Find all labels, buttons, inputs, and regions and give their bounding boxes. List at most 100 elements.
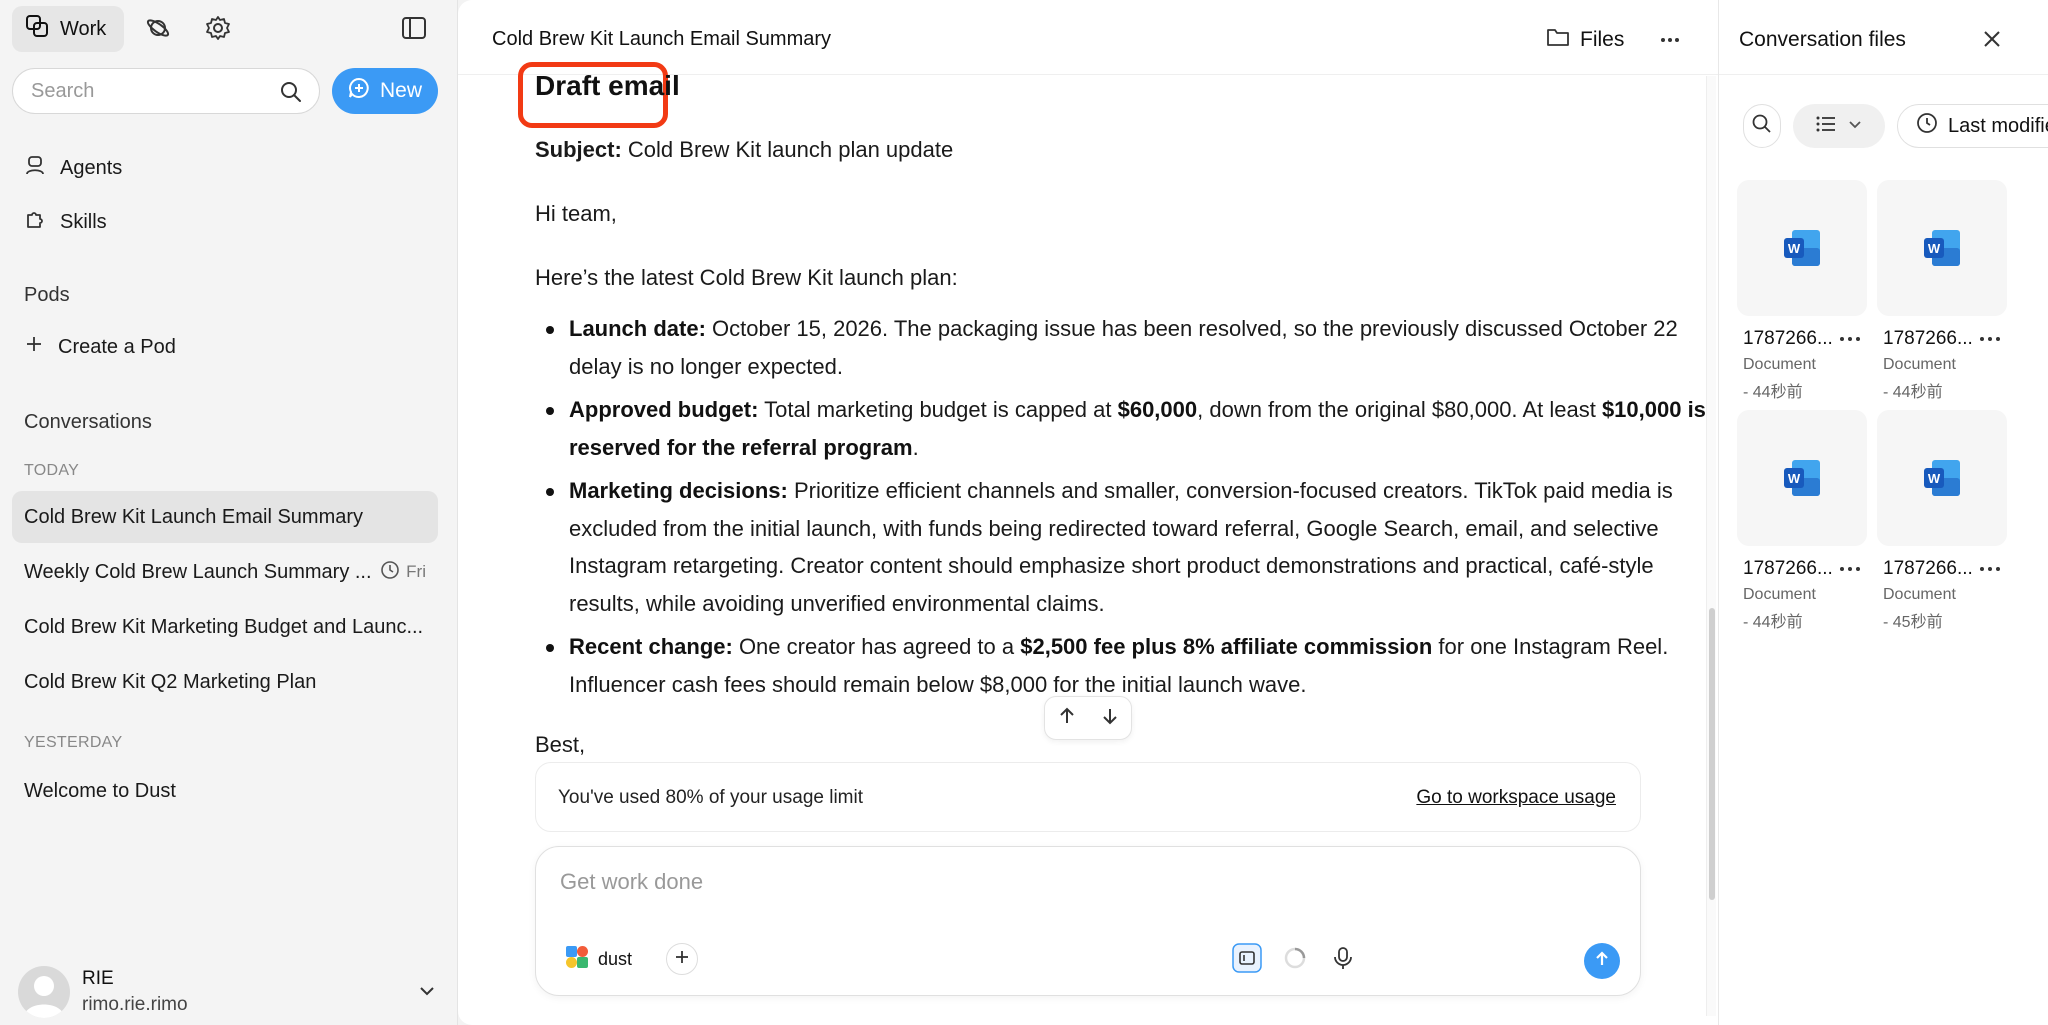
scrollbar-thumb[interactable]	[1709, 608, 1715, 900]
puzzle-icon	[24, 208, 46, 236]
draft-email-heading: Draft email	[535, 70, 680, 101]
conversation-label: Weekly Cold Brew Launch Summary ...	[24, 560, 372, 583]
conversation-files-panel: Conversation files Last modified W 17872…	[1718, 0, 2048, 1025]
bullet-text: , down from the original $80,000. At lea…	[1197, 397, 1602, 422]
file-more-icon[interactable]	[1839, 560, 1861, 578]
agent-icon	[24, 154, 46, 182]
sidebar-item-agents[interactable]: Agents	[24, 154, 122, 182]
file-more-icon[interactable]	[1839, 330, 1861, 348]
settings-button[interactable]	[202, 14, 234, 46]
file-card[interactable]: W 1787266... Document - 44秒前	[1877, 180, 2007, 401]
sidebar-search-input[interactable]: Search	[12, 68, 320, 114]
conversation-view: Cold Brew Kit Launch Email Summary Files…	[458, 0, 1718, 1025]
message-composer[interactable]: Get work done dust	[535, 846, 1641, 996]
microphone-button[interactable]	[1328, 945, 1358, 975]
chevron-down-icon	[416, 980, 438, 1007]
conversation-item[interactable]: Cold Brew Kit Q2 Marketing Plan	[12, 656, 438, 708]
file-card[interactable]: W 1787266... Document - 45秒前	[1877, 410, 2007, 631]
conversation-item[interactable]: Welcome to Dust	[12, 765, 438, 817]
more-horizontal-icon	[1658, 38, 1682, 56]
conversation-item[interactable]: Cold Brew Kit Marketing Budget and Launc…	[12, 601, 438, 653]
sidebar-item-skills[interactable]: Skills	[24, 208, 107, 236]
usage-banner: You've used 80% of your usage limit Go t…	[535, 762, 1641, 832]
microphone-icon	[1332, 946, 1354, 975]
work-button[interactable]: Work	[12, 6, 124, 52]
yesterday-label: YESTERDAY	[24, 734, 123, 751]
file-card[interactable]: W 1787266... Document - 44秒前	[1737, 180, 1867, 401]
conversation-title: Cold Brew Kit Launch Email Summary	[492, 28, 832, 50]
bullet-label: Marketing decisions:	[569, 478, 788, 503]
list-item: Launch date: October 15, 2026. The packa…	[535, 310, 1715, 385]
search-icon	[1751, 113, 1773, 140]
plus-icon	[24, 334, 44, 360]
conversation-label: Cold Brew Kit Launch Email Summary	[24, 505, 364, 528]
bullet-text: Total marketing budget is capped at	[758, 397, 1118, 422]
subject-text: Cold Brew Kit launch plan update	[621, 137, 954, 162]
file-time: - 44秒前	[1743, 384, 1803, 401]
close-icon	[1981, 31, 2003, 54]
files-search-button[interactable]	[1743, 104, 1781, 148]
panel-divider	[1719, 74, 2048, 75]
svg-text:W: W	[1788, 471, 1801, 486]
file-more-icon[interactable]	[1979, 560, 2001, 578]
sidebar: Work Search New Agents Skills Pods Creat…	[0, 0, 458, 1025]
skills-label: Skills	[60, 210, 107, 233]
file-thumbnail: W	[1877, 410, 2007, 546]
conversation-more-button[interactable]	[1658, 28, 1682, 57]
svg-text:W: W	[1928, 471, 1941, 486]
workspace-usage-link[interactable]: Go to workspace usage	[1416, 787, 1616, 809]
agent-chip-label: dust	[598, 948, 633, 969]
arrow-up-icon[interactable]	[1057, 706, 1077, 731]
planet-button[interactable]	[142, 14, 174, 46]
file-name: 1787266...	[1883, 328, 1973, 349]
intro-text: Here’s the latest Cold Brew Kit launch p…	[535, 265, 958, 290]
bullet-text: .	[912, 434, 919, 460]
avatar	[18, 966, 70, 1018]
file-type: Document	[1883, 586, 1956, 603]
add-attachment-button[interactable]	[666, 943, 698, 975]
conversation-label: Cold Brew Kit Q2 Marketing Plan	[24, 670, 317, 693]
user-menu[interactable]: RIE rimo.rie.rimo	[18, 964, 438, 1020]
sort-dropdown[interactable]: Last modified	[1897, 104, 2048, 148]
sidebar-toggle-button[interactable]	[398, 14, 430, 46]
file-time: - 45秒前	[1883, 614, 1943, 631]
loading-indicator	[1280, 945, 1310, 975]
file-thumbnail: W	[1877, 180, 2007, 316]
plus-icon	[673, 948, 691, 971]
conversation-item[interactable]: Weekly Cold Brew Launch Summary ... Fri	[12, 546, 438, 598]
bullet-list: Launch date: October 15, 2026. The packa…	[535, 310, 1715, 709]
word-document-icon: W	[1784, 230, 1820, 266]
subject-line: Subject: Cold Brew Kit launch plan updat…	[535, 137, 953, 163]
agents-label: Agents	[60, 156, 123, 179]
conversation-scrollbar[interactable]	[1706, 76, 1716, 1016]
clock-icon	[1916, 112, 1938, 140]
list-item: Marketing decisions: Prioritize efficien…	[535, 472, 1715, 622]
new-conversation-button[interactable]: New	[332, 68, 438, 114]
chevron-down-icon	[1847, 116, 1863, 137]
create-pod-button[interactable]: Create a Pod	[24, 334, 176, 360]
today-label: TODAY	[24, 462, 80, 479]
send-button[interactable]	[1584, 943, 1620, 979]
word-document-icon: W	[1924, 460, 1960, 496]
close-panel-button[interactable]	[1981, 28, 2003, 55]
arrow-down-icon[interactable]	[1100, 706, 1120, 731]
list-item: Recent change: One creator has agreed to…	[535, 628, 1715, 703]
arrow-up-icon	[1593, 950, 1611, 973]
bullet-emphasis: $2,500 fee plus 8% affiliate commission	[1020, 634, 1433, 659]
clock-icon	[380, 560, 400, 585]
conversation-item[interactable]: Cold Brew Kit Launch Email Summary	[12, 491, 438, 543]
tools-button[interactable]	[1232, 942, 1262, 975]
file-more-icon[interactable]	[1979, 330, 2001, 348]
subject-label: Subject:	[535, 137, 622, 162]
file-card[interactable]: W 1787266... Document - 44秒前	[1737, 410, 1867, 631]
file-name: 1787266...	[1743, 328, 1833, 349]
new-chat-icon	[348, 77, 370, 105]
conversation-label: Welcome to Dust	[24, 779, 176, 802]
view-mode-dropdown[interactable]	[1793, 104, 1885, 148]
files-label: Files	[1580, 28, 1625, 51]
work-label: Work	[60, 17, 107, 40]
search-icon	[279, 80, 303, 110]
pods-title: Pods	[24, 284, 70, 306]
files-button[interactable]: Files	[1546, 26, 1624, 54]
agent-chip[interactable]: dust	[558, 941, 640, 977]
